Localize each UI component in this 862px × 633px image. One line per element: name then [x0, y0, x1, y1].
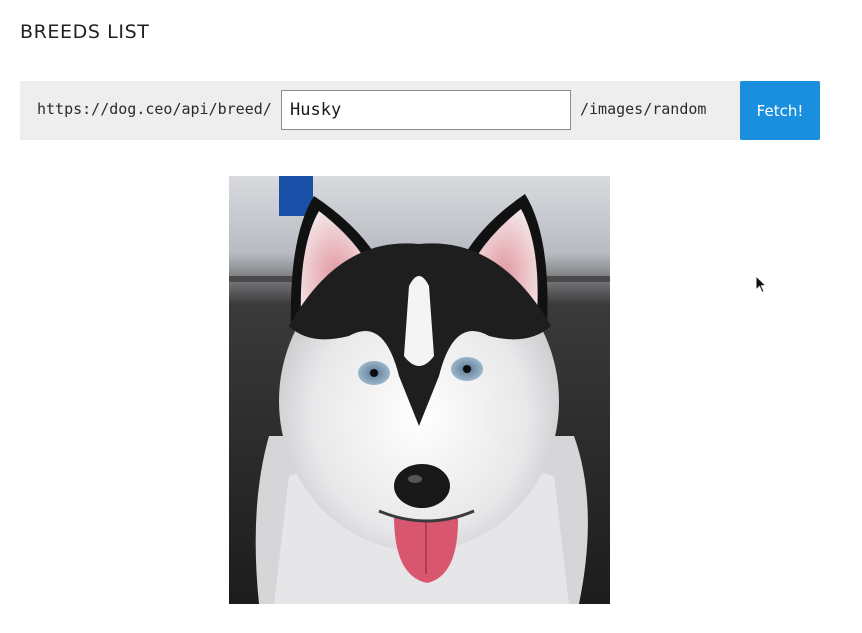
mouse-cursor-icon: [755, 275, 767, 294]
fetch-button[interactable]: Fetch!: [740, 81, 820, 140]
url-builder-bar: https://dog.ceo/api/breed/ /images/rando…: [20, 81, 820, 140]
url-suffix-label: /images/random: [580, 100, 707, 118]
dog-image: [229, 176, 610, 604]
url-prefix-label: https://dog.ceo/api/breed/: [37, 100, 272, 118]
page: BREEDS LIST https://dog.ceo/api/breed/ /…: [0, 0, 862, 633]
breed-input[interactable]: [281, 90, 571, 130]
page-title: BREEDS LIST: [20, 21, 150, 43]
